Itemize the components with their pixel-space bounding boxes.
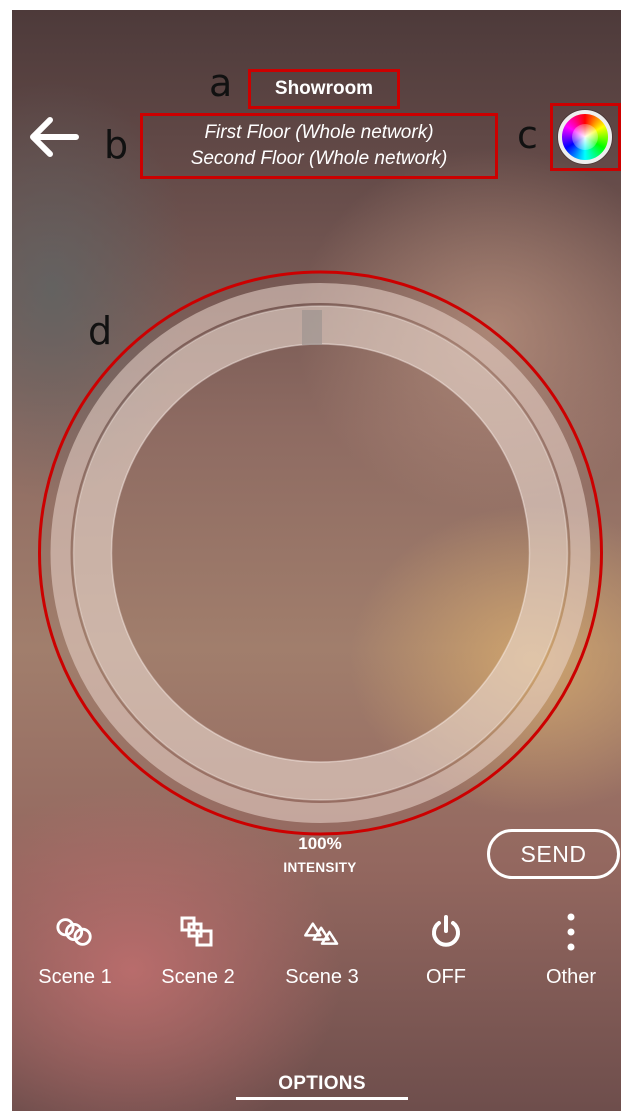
annotation-label-c: c — [517, 113, 538, 157]
annotation-label-b: b — [104, 123, 129, 167]
off-button[interactable]: OFF — [391, 912, 501, 996]
intensity-dial[interactable] — [37, 270, 604, 836]
power-icon — [426, 912, 466, 952]
send-button[interactable]: SEND — [487, 829, 620, 879]
intensity-value: 100% — [298, 834, 342, 853]
annotation-circle-d — [38, 270, 603, 836]
tab-active-indicator — [236, 1097, 408, 1100]
off-label: OFF — [426, 966, 466, 988]
annotation-label-d: d — [88, 309, 113, 353]
tab-options-label: OPTIONS — [278, 1073, 366, 1094]
overlapping-squares-icon — [178, 912, 218, 952]
scene-3-button[interactable]: Scene 3 — [267, 912, 377, 996]
annotation-box-b — [140, 113, 498, 179]
annotation-label-a: a — [209, 61, 233, 105]
scene-1-label: Scene 1 — [38, 966, 112, 988]
interlocking-circles-icon — [55, 912, 95, 952]
back-button[interactable] — [26, 115, 80, 159]
other-label: Other — [545, 966, 597, 988]
tab-options[interactable]: OPTIONS — [236, 1073, 408, 1100]
annotation-box-c — [550, 103, 621, 171]
scene-1-button[interactable]: Scene 1 — [20, 912, 130, 996]
vertical-dots-icon — [551, 912, 591, 952]
dial-rings — [50, 283, 591, 823]
annotation-box-a — [248, 69, 400, 109]
other-button[interactable]: Other — [516, 912, 621, 996]
overlapping-triangles-icon — [302, 912, 342, 952]
intensity-label: INTENSITY — [283, 860, 357, 875]
scene-3-label: Scene 3 — [285, 966, 359, 988]
scene-2-label: Scene 2 — [161, 966, 235, 988]
dial-handle[interactable] — [302, 310, 322, 345]
scene-2-button[interactable]: Scene 2 — [143, 912, 253, 996]
arrow-left-icon — [30, 117, 79, 157]
